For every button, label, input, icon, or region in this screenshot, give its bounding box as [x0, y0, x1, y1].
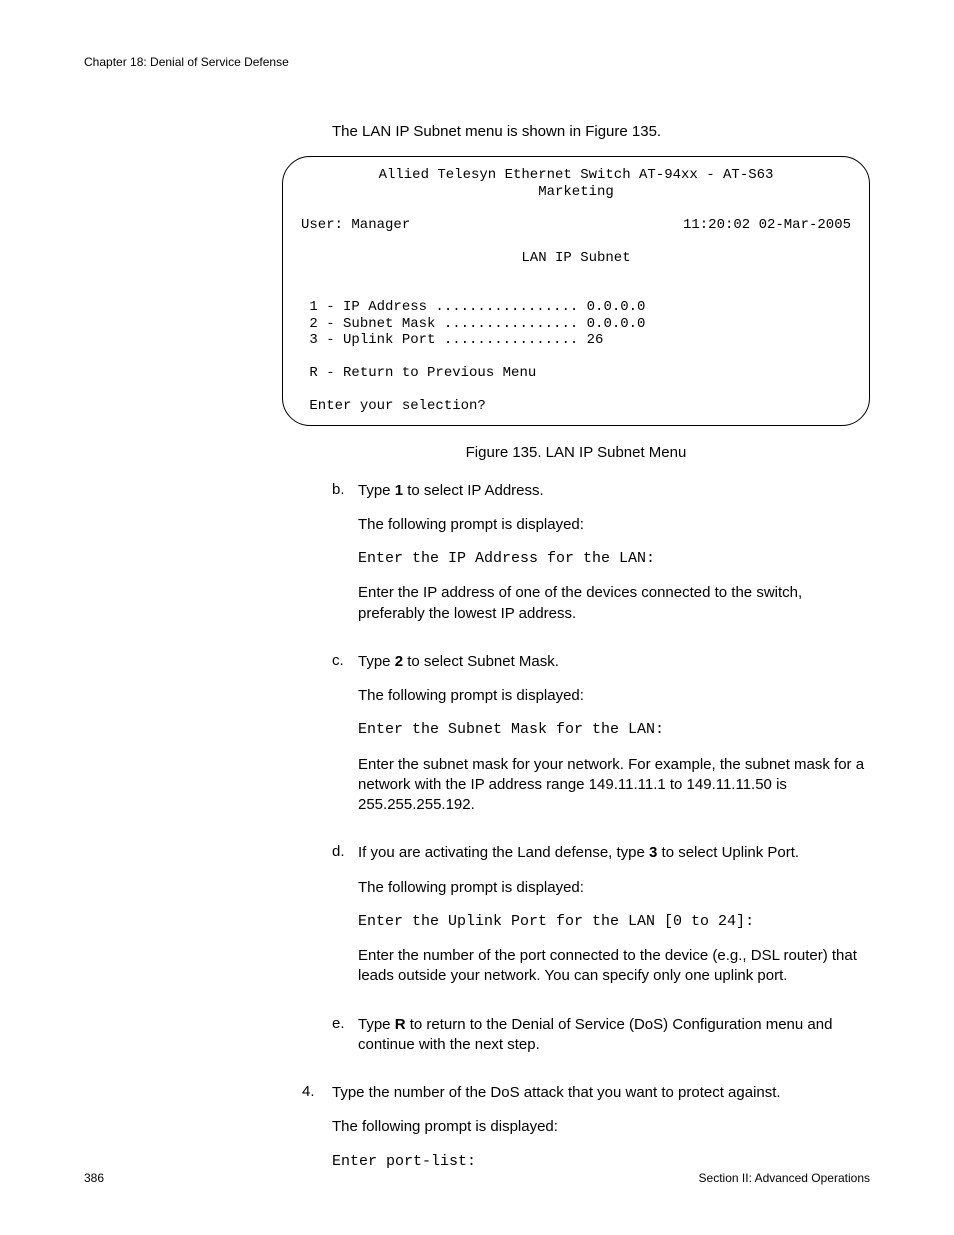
- section-label: Section II: Advanced Operations: [699, 1171, 870, 1185]
- intro-text: The LAN IP Subnet menu is shown in Figur…: [332, 123, 870, 140]
- step-c-prompt-intro: The following prompt is displayed:: [358, 686, 870, 706]
- step-e: e. Type R to return to the Denial of Ser…: [332, 1015, 870, 1070]
- step-d-code: Enter the Uplink Port for the LAN [0 to …: [358, 912, 870, 932]
- terminal-datetime: 11:20:02 02-Mar-2005: [683, 217, 851, 234]
- step-b-prompt-intro: The following prompt is displayed:: [358, 515, 870, 535]
- terminal-header2: Marketing: [538, 184, 614, 200]
- step-b: b. Type 1 to select IP Address. The foll…: [332, 481, 870, 638]
- step-4-instruction: Type the number of the DoS attack that y…: [332, 1083, 870, 1103]
- terminal-menu: Allied Telesyn Ethernet Switch AT-94xx -…: [282, 156, 870, 426]
- step-b-explain: Enter the IP address of one of the devic…: [358, 583, 870, 624]
- step-c-label: c.: [332, 652, 358, 830]
- terminal-header1: Allied Telesyn Ethernet Switch AT-94xx -…: [379, 167, 774, 183]
- page-number: 386: [84, 1171, 104, 1185]
- step-4-prompt-intro: The following prompt is displayed:: [332, 1117, 870, 1137]
- step-d-label: d.: [332, 843, 358, 1000]
- step-c-code: Enter the Subnet Mask for the LAN:: [358, 720, 870, 740]
- page-content: The LAN IP Subnet menu is shown in Figur…: [332, 123, 870, 1186]
- terminal-option-1: 1 - IP Address ................. 0.0.0.0…: [301, 283, 851, 415]
- step-d: d. If you are activating the Land defens…: [332, 843, 870, 1000]
- page-footer: 386 Section II: Advanced Operations: [84, 1171, 870, 1185]
- step-e-label: e.: [332, 1015, 358, 1070]
- step-e-instruction: Type R to return to the Denial of Servic…: [358, 1015, 870, 1056]
- step-b-label: b.: [332, 481, 358, 638]
- step-d-instruction: If you are activating the Land defense, …: [358, 843, 870, 863]
- chapter-header: Chapter 18: Denial of Service Defense: [84, 55, 870, 69]
- figure-caption: Figure 135. LAN IP Subnet Menu: [282, 444, 870, 461]
- step-4-code: Enter port-list:: [332, 1152, 870, 1172]
- step-d-prompt-intro: The following prompt is displayed:: [358, 878, 870, 898]
- step-b-instruction: Type 1 to select IP Address.: [358, 481, 870, 501]
- step-c-instruction: Type 2 to select Subnet Mask.: [358, 652, 870, 672]
- step-b-code: Enter the IP Address for the LAN:: [358, 549, 870, 569]
- terminal-user: User: Manager: [301, 217, 410, 234]
- terminal-title: LAN IP Subnet: [521, 250, 630, 266]
- step-d-explain: Enter the number of the port connected t…: [358, 946, 870, 987]
- step-c: c. Type 2 to select Subnet Mask. The fol…: [332, 652, 870, 830]
- step-c-explain: Enter the subnet mask for your network. …: [358, 755, 870, 816]
